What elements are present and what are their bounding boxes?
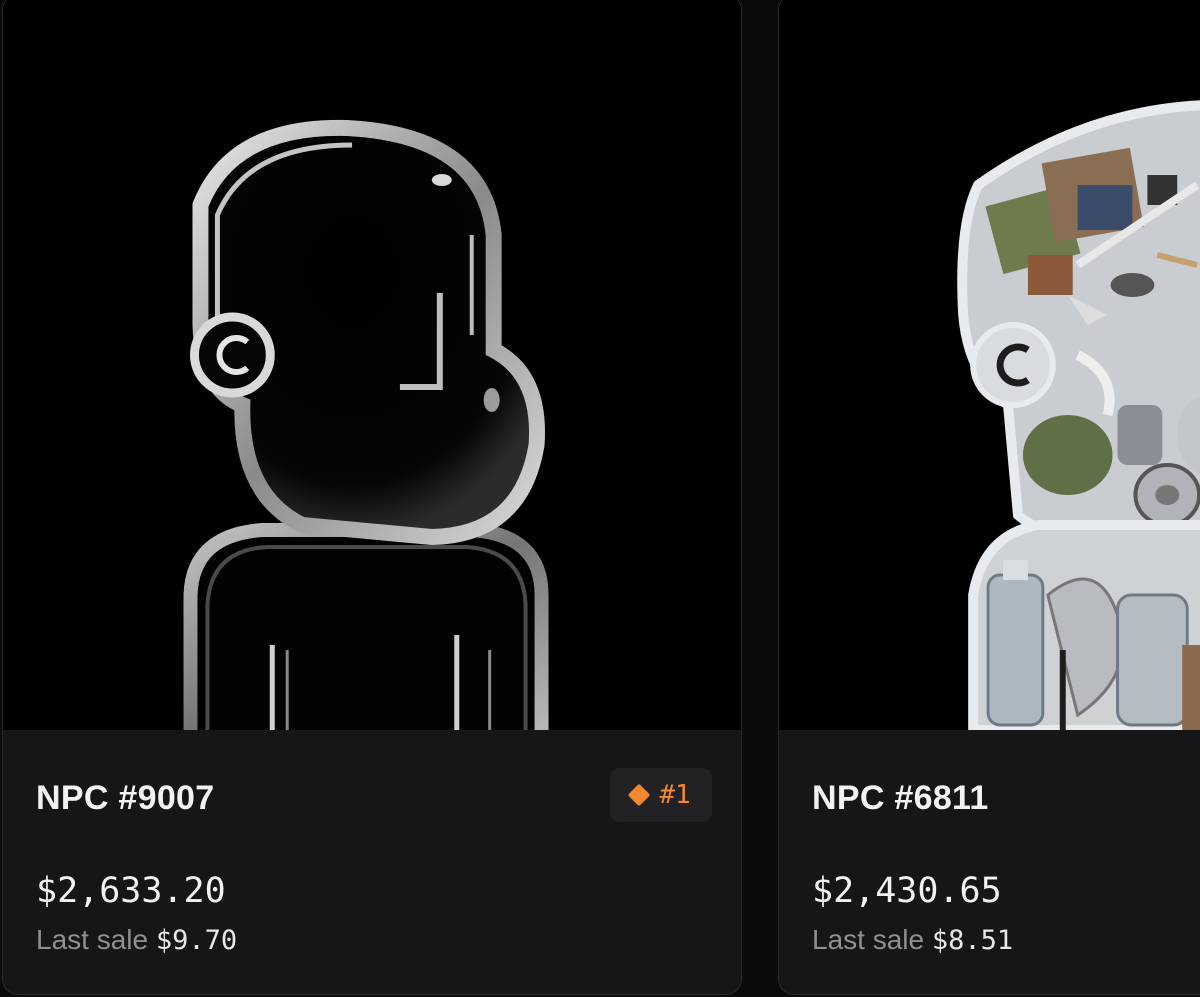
nft-card[interactable]: NPC #6811 $2,430.65 Last sale $8.51 xyxy=(778,0,1200,995)
nft-image[interactable] xyxy=(779,0,1200,730)
last-sale-label: Last sale xyxy=(812,924,925,955)
nft-name[interactable]: NPC #9007 xyxy=(36,779,214,818)
last-sale: Last sale $8.51 xyxy=(812,924,1013,956)
diamond-icon xyxy=(628,783,651,807)
last-sale-label: Last sale xyxy=(36,924,149,955)
last-sale-value: $8.51 xyxy=(931,925,1014,956)
rank-badge: #1 xyxy=(610,768,712,822)
trash-figure-illustration xyxy=(779,0,1200,730)
last-sale-value: $9.70 xyxy=(155,925,238,956)
nft-image[interactable] xyxy=(3,0,741,730)
nft-card[interactable]: NPC #9007 #1 $2,633.20 Last sale $9.70 xyxy=(2,0,742,995)
nft-price: $2,430.65 xyxy=(812,871,1002,911)
last-sale: Last sale $9.70 xyxy=(36,924,237,956)
nft-price: $2,633.20 xyxy=(36,871,226,911)
rank-label: #1 xyxy=(659,780,691,810)
glass-figure-illustration xyxy=(3,0,741,730)
nft-name[interactable]: NPC #6811 xyxy=(812,779,989,818)
